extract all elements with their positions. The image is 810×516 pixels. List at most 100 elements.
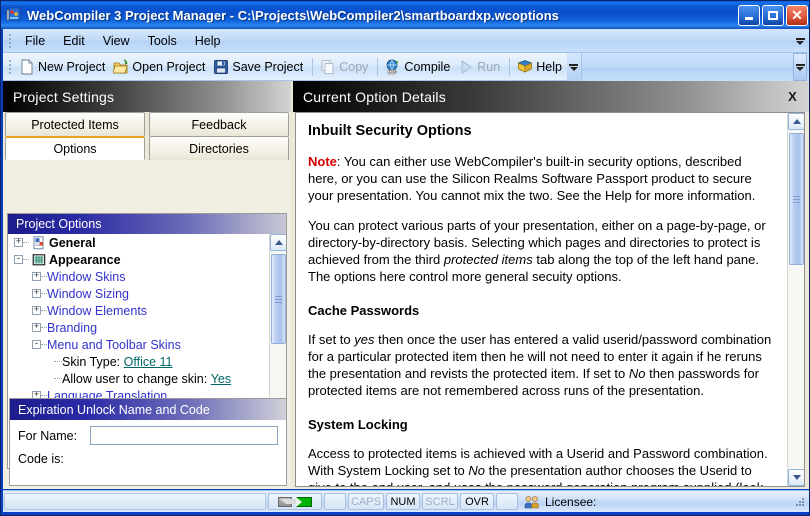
tree-value[interactable]: Office 11 bbox=[124, 355, 173, 369]
tree-node-menu-and-toolbar-skins[interactable]: - Menu and Toolbar Skins bbox=[8, 336, 269, 353]
menu-item-view[interactable]: View bbox=[94, 32, 139, 50]
window-controls: ✕ bbox=[736, 4, 808, 26]
document-title: Inbuilt Security Options bbox=[308, 123, 472, 139]
tree-node-window-sizing[interactable]: + Window Sizing bbox=[8, 285, 269, 302]
menu-item-tools[interactable]: Tools bbox=[139, 32, 186, 50]
details-vertical-scrollbar[interactable] bbox=[787, 113, 804, 486]
for-name-label: For Name: bbox=[18, 428, 78, 443]
status-bar: CAPS NUM SCRL OVR Licensee: bbox=[3, 490, 809, 512]
current-option-details-header: Current Option Details X bbox=[293, 81, 809, 112]
protected-items-emphasis: protected items bbox=[443, 252, 533, 267]
window-title: WebCompiler 3 Project Manager - C:\Proje… bbox=[27, 7, 559, 23]
tree-label: General bbox=[49, 235, 96, 250]
chevron-up-icon bbox=[274, 240, 283, 245]
tree-label: Allow user to change skin: bbox=[62, 371, 208, 386]
right-pane: Current Option Details X Inbuilt Securit… bbox=[293, 81, 809, 489]
project-options-title: Project Options bbox=[16, 217, 102, 231]
status-scrl-indicator: SCRL bbox=[422, 493, 458, 510]
save-project-button[interactable]: Save Project bbox=[210, 55, 308, 79]
compile-button[interactable]: 1010 Compile bbox=[382, 55, 455, 79]
help-book-icon bbox=[517, 59, 533, 75]
tab-directories[interactable]: Directories bbox=[149, 136, 289, 160]
tab-feedback-label: Feedback bbox=[191, 117, 247, 132]
expiration-group-title: Expiration Unlock Name and Code bbox=[18, 402, 210, 417]
menu-overflow-button[interactable] bbox=[793, 32, 807, 50]
menu-item-file[interactable]: File bbox=[16, 32, 54, 50]
app-icon bbox=[6, 7, 22, 23]
scroll-up-button[interactable] bbox=[270, 234, 286, 251]
collapser-icon[interactable]: - bbox=[14, 255, 23, 264]
menu-item-help[interactable]: Help bbox=[186, 32, 230, 50]
close-icon: ✕ bbox=[791, 6, 803, 23]
expander-icon[interactable]: + bbox=[32, 289, 41, 298]
minimize-button[interactable] bbox=[738, 4, 760, 26]
tree-node-skin-type[interactable]: Skin Type: Office 11 bbox=[8, 353, 269, 370]
svg-text:1010: 1010 bbox=[389, 70, 397, 74]
protect-paragraph: You can protect various parts of your pr… bbox=[308, 217, 774, 285]
scroll-thumb[interactable] bbox=[271, 254, 286, 344]
expander-icon[interactable]: + bbox=[32, 272, 41, 281]
toolbar-separator bbox=[312, 57, 314, 76]
tab-feedback[interactable]: Feedback bbox=[149, 112, 289, 136]
tab-options[interactable]: Options bbox=[5, 136, 145, 160]
tree-node-general[interactable]: + General bbox=[8, 234, 269, 251]
tree-node-branding[interactable]: + Branding bbox=[8, 319, 269, 336]
copy-label: Copy bbox=[339, 59, 369, 74]
tab-protected-items[interactable]: Protected Items bbox=[5, 112, 145, 136]
toolbar-row-overflow-button[interactable] bbox=[793, 53, 807, 81]
tree-node-appearance[interactable]: - Appearance bbox=[8, 251, 269, 268]
tree-node-allow-user-change-skin[interactable]: Allow user to change skin: Yes bbox=[8, 370, 269, 387]
toolbar-overflow-button[interactable] bbox=[566, 52, 581, 81]
note-label: Note bbox=[308, 154, 337, 169]
chevron-down-icon bbox=[796, 67, 804, 71]
resize-grip[interactable] bbox=[793, 495, 807, 509]
expiration-group-header: Expiration Unlock Name and Code bbox=[10, 399, 286, 420]
expander-icon[interactable]: + bbox=[32, 306, 41, 315]
menu-item-edit[interactable]: Edit bbox=[54, 32, 94, 50]
close-details-button[interactable]: X bbox=[788, 89, 797, 104]
open-project-button[interactable]: Open Project bbox=[110, 55, 210, 79]
toolbar-row: New Project Open Project Save Project Co… bbox=[3, 52, 809, 81]
expiration-unlock-group: Expiration Unlock Name and Code For Name… bbox=[9, 398, 287, 486]
tree-node-window-skins[interactable]: + Window Skins bbox=[8, 268, 269, 285]
minimize-icon bbox=[745, 16, 753, 20]
details-scroll-up-button[interactable] bbox=[788, 113, 804, 130]
copy-pages-icon bbox=[320, 59, 336, 75]
tree-node-window-elements[interactable]: + Window Elements bbox=[8, 302, 269, 319]
tree-label: Menu and Toolbar Skins bbox=[47, 337, 181, 352]
details-scroll-thumb[interactable] bbox=[789, 133, 804, 265]
toolbar-separator bbox=[509, 57, 511, 76]
system-locking-paragraph: Access to protected items is achieved wi… bbox=[308, 445, 774, 486]
thumb-grip-icon bbox=[793, 194, 800, 205]
menu-drag-handle[interactable] bbox=[6, 33, 13, 49]
close-button[interactable]: ✕ bbox=[786, 4, 808, 26]
expander-icon[interactable]: + bbox=[32, 323, 41, 332]
maximize-button[interactable] bbox=[762, 4, 784, 26]
tree-value[interactable]: Yes bbox=[211, 372, 231, 386]
expander-icon[interactable]: + bbox=[14, 238, 23, 247]
help-button[interactable]: Help bbox=[514, 55, 567, 79]
details-scroll-down-button[interactable] bbox=[788, 469, 804, 486]
status-caps-indicator: CAPS bbox=[348, 493, 384, 510]
new-project-label: New Project bbox=[38, 59, 106, 74]
general-doc-icon bbox=[32, 235, 46, 250]
run-button[interactable]: Run bbox=[455, 55, 505, 79]
mail-icon bbox=[278, 496, 302, 507]
client-area: Project Settings Protected Items Feedbac… bbox=[3, 81, 809, 489]
copy-button[interactable]: Copy bbox=[317, 55, 373, 79]
tree-label: Branding bbox=[47, 320, 98, 335]
note-text: : You can either use WebCompiler's built… bbox=[308, 154, 756, 203]
for-name-input[interactable] bbox=[90, 426, 278, 445]
floppy-disk-icon bbox=[213, 59, 229, 75]
details-panel: Inbuilt Security Options Note: You can e… bbox=[295, 112, 805, 487]
collapser-icon[interactable]: - bbox=[32, 340, 41, 349]
expiration-name-row: For Name: bbox=[10, 420, 286, 445]
new-project-button[interactable]: New Project bbox=[16, 55, 110, 79]
tree-label: Window Sizing bbox=[47, 286, 129, 301]
status-icons-pane[interactable] bbox=[268, 493, 322, 510]
toolbar-drag-handle[interactable] bbox=[6, 59, 13, 75]
thumb-grip-icon bbox=[275, 294, 282, 305]
save-project-label: Save Project bbox=[232, 59, 304, 74]
left-pane: Project Settings Protected Items Feedbac… bbox=[3, 81, 291, 489]
status-num-indicator: NUM bbox=[386, 493, 420, 510]
